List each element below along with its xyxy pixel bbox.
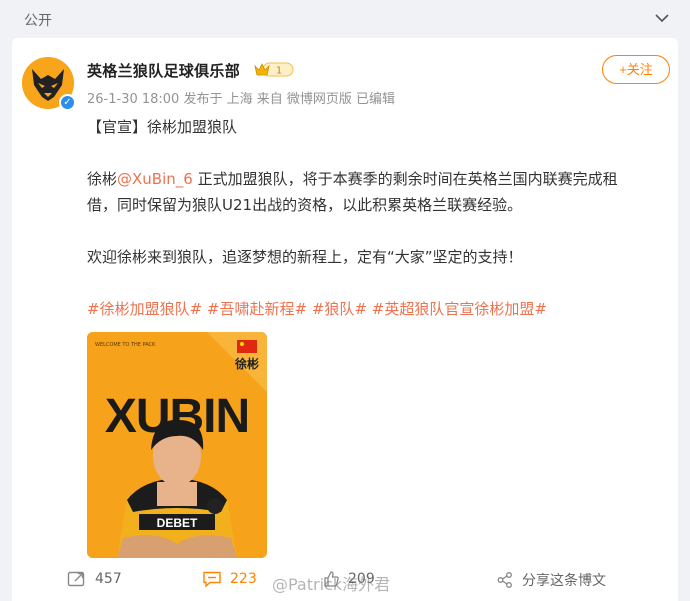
hashtag-link[interactable]: #徐彬加盟狼队# xyxy=(87,300,202,318)
repost-icon xyxy=(67,571,85,587)
chevron-down-icon[interactable] xyxy=(654,12,670,24)
shirt-sponsor-text: DEBET xyxy=(157,516,198,530)
comment-count: 223 xyxy=(230,571,257,587)
player-poster-image: WELCOME TO THE PACK 徐彬 XUBIN DEBET xyxy=(87,332,267,558)
vip-crown-icon[interactable]: 1 xyxy=(253,60,295,78)
top-bar: 公开 xyxy=(0,0,690,38)
watermark: @Patrick海外君 xyxy=(272,575,391,594)
mention-link[interactable]: @XuBin_6 xyxy=(117,170,193,188)
forward-label: 分享这条博文 xyxy=(522,573,606,589)
forward-action[interactable]: 分享这条博文 xyxy=(496,570,606,590)
player-name-text: 徐彬 xyxy=(87,170,118,188)
vip-level: 1 xyxy=(276,66,282,77)
post-paragraph-2: 欢迎徐彬来到狼队，追逐梦想的新程上，定有“大家”坚定的支持！ xyxy=(87,248,523,266)
post-paragraph-1-line-1: 徐彬@XuBin_6 正式加盟狼队，将于本赛季的剩余时间在英格兰国内联赛完成租 xyxy=(87,166,618,192)
share-nodes-icon xyxy=(497,572,512,588)
paragraph-text: 正式加盟狼队，将于本赛季的剩余时间在英格兰国内联赛完成租 xyxy=(192,170,618,188)
post-paragraph-1-line-2: 借，同时保留为狼队U21出战的资格，以此积累英格兰联赛经验。 xyxy=(87,196,523,214)
comment-action[interactable]: 223 xyxy=(202,570,257,590)
share-action[interactable]: 457 xyxy=(67,570,122,590)
verified-badge-icon: ✓ xyxy=(59,94,76,111)
author-name[interactable]: 英格兰狼队足球俱乐部 xyxy=(87,60,240,81)
hashtag-link[interactable]: #英超狼队官宣徐彬加盟# xyxy=(372,300,547,318)
share-count: 457 xyxy=(95,571,122,587)
hashtag-link[interactable]: #狼队# xyxy=(312,300,367,318)
hashtag-row: #徐彬加盟狼队# #吾啸赴新程# #狼队# #英超狼队官宣徐彬加盟# xyxy=(87,296,547,322)
poster-player-name: 徐彬 xyxy=(234,356,259,371)
visibility-label: 公开 xyxy=(24,13,52,29)
post-title: 【官宣】徐彬加盟狼队 xyxy=(87,118,238,136)
hashtag-link[interactable]: #吾啸赴新程# xyxy=(207,300,307,318)
post-meta: 26-1-30 18:00 发布于 上海 来自 微博网页版 已编辑 xyxy=(87,92,395,107)
welcome-text: WELCOME TO THE PACK xyxy=(95,342,156,348)
comment-icon xyxy=(203,571,221,588)
china-flag-icon xyxy=(237,340,257,353)
post-image[interactable]: WELCOME TO THE PACK 徐彬 XUBIN DEBET xyxy=(87,332,267,558)
follow-button[interactable]: +关注 xyxy=(602,55,670,84)
